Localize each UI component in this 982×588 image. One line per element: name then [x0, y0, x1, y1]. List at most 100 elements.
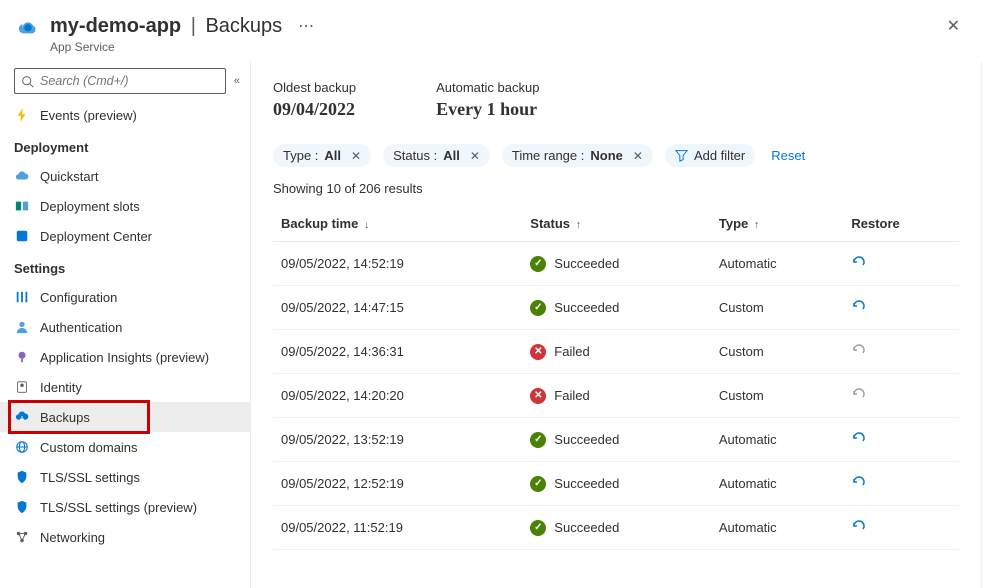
status-text: Succeeded [554, 476, 619, 491]
net-icon [14, 529, 30, 545]
table-row[interactable]: 09/05/2022, 13:52:19✓SucceededAutomatic [273, 418, 959, 462]
cell-type: Custom [711, 286, 843, 330]
sidebar-item-label: Application Insights (preview) [40, 350, 209, 365]
restore-icon[interactable] [851, 430, 867, 446]
restore-icon[interactable] [851, 254, 867, 270]
filter-key: Status : [393, 148, 437, 163]
backups-table: Backup time ↓ Status ↑ Type ↑ Restore [273, 206, 959, 550]
add-filter-label: Add filter [694, 148, 745, 163]
cell-type: Custom [711, 330, 843, 374]
status-text: Succeeded [554, 256, 619, 271]
status-text: Succeeded [554, 432, 619, 447]
sidebar-item-label: Networking [40, 530, 105, 545]
sidebar-item-label: Identity [40, 380, 82, 395]
cell-time: 09/05/2022, 12:52:19 [273, 462, 522, 506]
automatic-backup-value: Every 1 hour [436, 99, 539, 120]
restore-icon[interactable] [851, 298, 867, 314]
app-service-icon [16, 14, 40, 38]
status-text: Succeeded [554, 520, 619, 535]
slots-icon [14, 198, 30, 214]
cell-restore [843, 330, 959, 374]
results-count: Showing 10 of 206 results [273, 181, 959, 196]
sidebar-item-tls-ssl-settings-preview-[interactable]: TLS/SSL settings (preview) [0, 492, 250, 522]
cell-restore [843, 286, 959, 330]
table-row[interactable]: 09/05/2022, 14:20:20✕FailedCustom [273, 374, 959, 418]
cell-restore [843, 506, 959, 550]
cell-status: ✕Failed [522, 374, 711, 418]
remove-filter-icon[interactable]: ✕ [347, 149, 361, 163]
col-backup-time[interactable]: Backup time ↓ [273, 206, 522, 242]
sidebar-item-quickstart[interactable]: Quickstart [0, 161, 250, 191]
filter-pill-status[interactable]: Status : All ✕ [383, 144, 490, 167]
sidebar-item-deployment-slots[interactable]: Deployment slots [0, 191, 250, 221]
add-filter-pill[interactable]: Add filter [665, 144, 755, 167]
service-type: App Service [0, 40, 982, 54]
table-row[interactable]: 09/05/2022, 14:47:15✓SucceededCustom [273, 286, 959, 330]
sort-asc-icon: ↑ [752, 219, 760, 231]
collapse-sidebar-icon[interactable]: « [234, 75, 240, 87]
sidebar-item-application-insights-preview-[interactable]: Application Insights (preview) [0, 342, 250, 372]
success-icon: ✓ [530, 476, 546, 492]
cloud-icon [14, 168, 30, 184]
error-icon: ✕ [530, 388, 546, 404]
filter-value: All [443, 148, 460, 163]
sidebar-item-deployment-center[interactable]: Deployment Center [0, 221, 250, 251]
identity-icon [14, 379, 30, 395]
table-row[interactable]: 09/05/2022, 12:52:19✓SucceededAutomatic [273, 462, 959, 506]
cell-restore [843, 242, 959, 286]
sidebar-item-tls-ssl-settings[interactable]: TLS/SSL settings [0, 462, 250, 492]
search-input[interactable] [40, 74, 219, 88]
cell-time: 09/05/2022, 14:52:19 [273, 242, 522, 286]
sidebar-item-custom-domains[interactable]: Custom domains [0, 432, 250, 462]
more-actions-icon[interactable]: ⋯ [292, 16, 314, 36]
cell-time: 09/05/2022, 14:47:15 [273, 286, 522, 330]
insights-icon [14, 349, 30, 365]
restore-icon [851, 342, 867, 358]
restore-icon[interactable] [851, 474, 867, 490]
search-box[interactable] [14, 68, 226, 94]
table-row[interactable]: 09/05/2022, 14:52:19✓SucceededAutomatic [273, 242, 959, 286]
sidebar-group-header: Settings [0, 251, 250, 282]
reset-filters-link[interactable]: Reset [767, 148, 805, 163]
remove-filter-icon[interactable]: ✕ [629, 149, 643, 163]
sidebar-item-identity[interactable]: Identity [0, 372, 250, 402]
col-status[interactable]: Status ↑ [522, 206, 711, 242]
sidebar-item-configuration[interactable]: Configuration [0, 282, 250, 312]
filter-value: All [324, 148, 341, 163]
domains-icon [14, 439, 30, 455]
tls-icon [14, 499, 30, 515]
sidebar-item-label: Quickstart [40, 169, 99, 184]
col-restore: Restore [843, 206, 959, 242]
filter-pill-timerange[interactable]: Time range : None ✕ [502, 144, 653, 167]
cell-time: 09/05/2022, 14:36:31 [273, 330, 522, 374]
filter-icon [675, 149, 688, 162]
center-icon [14, 228, 30, 244]
sidebar-item-authentication[interactable]: Authentication [0, 312, 250, 342]
cell-status: ✓Succeeded [522, 286, 711, 330]
success-icon: ✓ [530, 432, 546, 448]
automatic-backup-label: Automatic backup [436, 80, 539, 95]
filter-pill-type[interactable]: Type : All ✕ [273, 144, 371, 167]
cell-status: ✓Succeeded [522, 506, 711, 550]
restore-icon[interactable] [851, 518, 867, 534]
remove-filter-icon[interactable]: ✕ [466, 149, 480, 163]
page-title: my-demo-app | Backups [50, 15, 282, 38]
success-icon: ✓ [530, 256, 546, 272]
cell-restore [843, 462, 959, 506]
sidebar-item-networking[interactable]: Networking [0, 522, 250, 552]
cell-restore [843, 374, 959, 418]
restore-icon [851, 386, 867, 402]
config-icon [14, 289, 30, 305]
sidebar-item-backups[interactable]: Backups [0, 402, 250, 432]
sidebar-item-label: Custom domains [40, 440, 138, 455]
col-type[interactable]: Type ↑ [711, 206, 843, 242]
cell-time: 09/05/2022, 14:20:20 [273, 374, 522, 418]
sidebar-item[interactable]: Events (preview) [0, 100, 250, 130]
bolt-icon [14, 107, 30, 123]
sidebar-item-label: TLS/SSL settings (preview) [40, 500, 197, 515]
close-icon[interactable]: ✕ [941, 10, 966, 42]
oldest-backup-value: 09/04/2022 [273, 99, 356, 120]
table-row[interactable]: 09/05/2022, 11:52:19✓SucceededAutomatic [273, 506, 959, 550]
table-row[interactable]: 09/05/2022, 14:36:31✕FailedCustom [273, 330, 959, 374]
filter-key: Time range : [512, 148, 585, 163]
